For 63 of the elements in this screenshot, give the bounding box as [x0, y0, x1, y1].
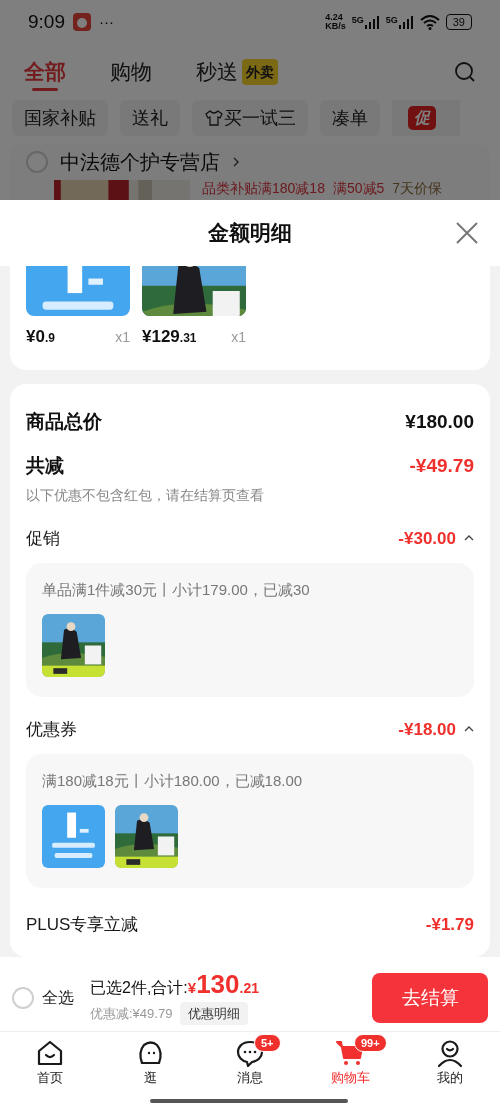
total-label: 商品总价 — [26, 409, 102, 434]
promo-badge: 促 — [408, 106, 436, 130]
battery-icon: 39 — [445, 14, 472, 30]
speed-unit: KB/s — [325, 22, 346, 31]
nav-tab[interactable]: 逛 — [100, 1038, 200, 1111]
item-price: ¥0.9 — [26, 326, 55, 348]
caret-up-icon[interactable] — [464, 535, 474, 542]
discount-amount: -¥18.00 — [398, 718, 456, 741]
item-price: ¥129.31 — [142, 326, 197, 348]
discount-detail: 满180减18元丨小计180.00，已减18.00 — [42, 771, 304, 791]
store-name[interactable]: 中法德个护专营店 — [60, 149, 220, 175]
count-badge: 5+ — [254, 1034, 281, 1052]
filter-chip[interactable]: 送礼 — [120, 100, 180, 136]
top-tab[interactable]: 秒送 外卖 — [196, 53, 278, 91]
promo-tag: 品类补贴满180减18 — [202, 180, 325, 197]
caret-up-icon[interactable] — [464, 726, 474, 733]
chevron-right-icon[interactable] — [232, 156, 240, 168]
discount-label: 优惠券 — [26, 718, 77, 741]
select-radio[interactable] — [12, 987, 34, 1009]
status-more: ··· — [99, 11, 114, 32]
network-type: 5G — [385, 15, 398, 25]
sheet-title: 金额明细 — [208, 220, 292, 247]
promo-tag: 满50减5 — [332, 180, 385, 197]
count-badge: 99+ — [354, 1034, 387, 1052]
signal-icon — [397, 15, 414, 29]
app-icon — [73, 13, 91, 31]
discount-amount: -¥30.00 — [398, 527, 456, 550]
select-radio[interactable] — [26, 151, 48, 173]
network-type: 5G — [351, 15, 364, 25]
discount-summary: 优惠减:¥49.79 — [90, 1004, 173, 1023]
discount-total-amount: -¥49.79 — [409, 454, 474, 478]
item-quantity: x1 — [115, 328, 130, 347]
discount-detail-button[interactable]: 优惠明细 — [180, 1001, 249, 1026]
status-time: 9:09 — [28, 9, 65, 34]
top-tab[interactable]: 全部 — [24, 53, 66, 91]
shirt-icon — [204, 108, 224, 128]
checkout-button[interactable]: 去结算 — [372, 973, 488, 1023]
order-total: ¥130.21 — [187, 970, 259, 1000]
discount-label: 促销 — [26, 527, 60, 550]
discount-total-label: 共减 — [26, 454, 64, 478]
selected-summary: 已选2件,合计: — [90, 977, 188, 998]
filter-chip[interactable]: 国家补贴 — [12, 100, 108, 136]
item-quantity: x1 — [231, 328, 246, 347]
discount-detail: 单品满1件减30元丨小计179.00，已减30 — [42, 580, 311, 600]
nav-tab[interactable]: 首页 — [0, 1038, 100, 1111]
filter-chip[interactable]: 凑单 — [320, 100, 380, 136]
signal-icon — [363, 15, 380, 29]
plus-discount-label: PLUS专享立减 — [26, 913, 139, 936]
nav-tab[interactable]: 我的 — [400, 1038, 500, 1111]
delivery-badge: 外卖 — [242, 59, 278, 85]
filter-chip[interactable]: 买一试三 — [192, 100, 308, 136]
select-all-label[interactable]: 全选 — [42, 986, 74, 1010]
close-icon[interactable] — [456, 222, 478, 244]
promo-tag: 7天价保 — [392, 180, 443, 197]
total-amount: ¥180.00 — [405, 409, 474, 434]
person-icon — [435, 1038, 465, 1068]
house-icon — [35, 1038, 65, 1068]
wifi-icon — [419, 14, 440, 30]
discount-note: 以下优惠不包含红包，请在结算页查看 — [26, 485, 265, 505]
plus-discount-amount: -¥1.79 — [425, 913, 474, 936]
search-icon[interactable] — [454, 61, 476, 83]
network-speed: 4.24 — [325, 13, 344, 22]
top-tab[interactable]: 购物 — [110, 53, 152, 91]
